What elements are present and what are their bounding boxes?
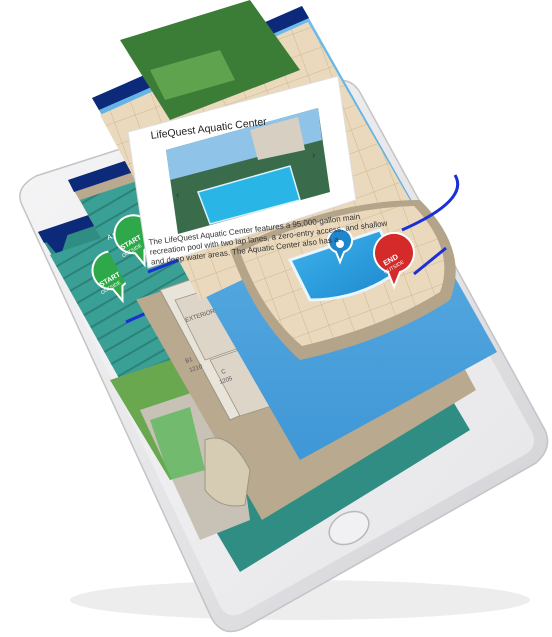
- gallery-prev-icon[interactable]: ‹: [176, 190, 179, 201]
- phone-mockup-illustration: START OUTSIDE A1 EXTERIOR AT B1 1210 C 1…: [19, 0, 549, 633]
- gallery-next-icon[interactable]: ›: [312, 150, 315, 161]
